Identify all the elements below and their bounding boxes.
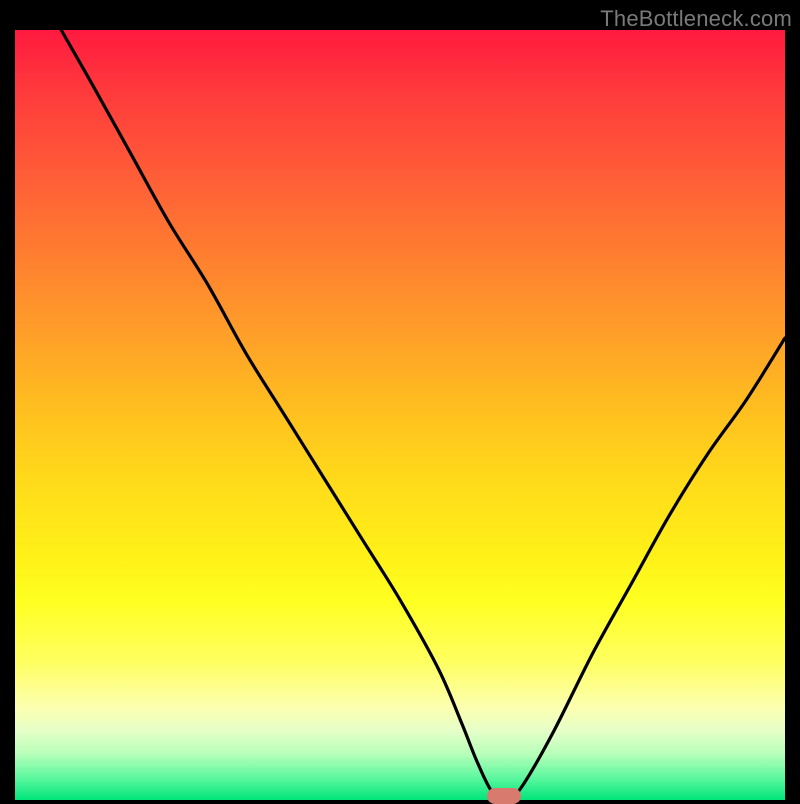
watermark-text: TheBottleneck.com [600,6,792,32]
bottleneck-curve-path [61,30,785,800]
chart-frame [15,30,785,800]
minimum-marker [487,788,521,804]
chart-svg [15,30,785,800]
